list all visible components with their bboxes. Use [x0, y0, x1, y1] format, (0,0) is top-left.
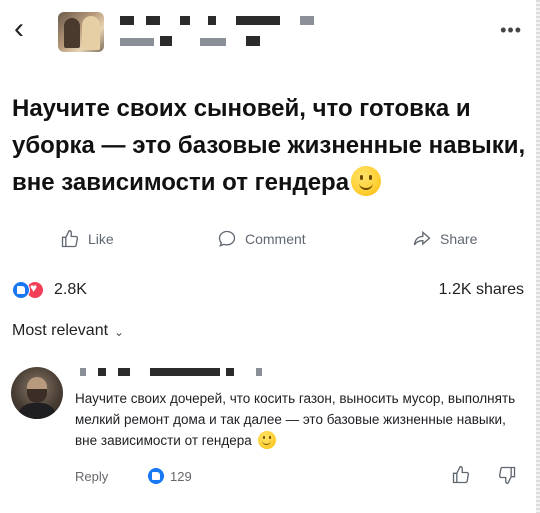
redacted-page-name [120, 16, 134, 25]
comment-body: Научите своих дочерей, что косить газон,… [75, 391, 516, 448]
smiling-face-emoji-icon [351, 166, 382, 196]
redacted-commenter-name [80, 368, 86, 376]
redacted-commenter-name [98, 368, 106, 376]
comment-likes-count[interactable]: 129 [170, 469, 192, 484]
post-text: Научите своих сыновей, что готовка и убо… [12, 90, 532, 201]
comment-text: Научите своих дочерей, что косить газон,… [75, 388, 530, 451]
reply-button[interactable]: Reply [75, 469, 108, 484]
redacted-page-name [208, 16, 216, 25]
redacted-post-meta [160, 36, 172, 46]
reaction-icons[interactable] [12, 281, 44, 299]
smiling-face-emoji-icon [257, 431, 276, 449]
more-options-button[interactable]: ••• [500, 20, 522, 41]
post-body: Научите своих сыновей, что готовка и убо… [12, 95, 526, 196]
redacted-commenter-name [226, 368, 234, 376]
shares-count[interactable]: 1.2K shares [439, 281, 524, 299]
share-button[interactable]: Share [412, 229, 477, 249]
comment-label: Comment [245, 231, 306, 247]
redacted-post-meta [246, 36, 260, 46]
redacted-post-meta [200, 38, 226, 46]
scrollbar-edge [536, 0, 540, 513]
reactions-count[interactable]: 2.8K [54, 281, 87, 299]
comment-button[interactable]: Comment [217, 229, 306, 249]
redacted-page-name [146, 16, 160, 25]
like-button[interactable]: Like [60, 229, 114, 249]
like-reaction-icon [12, 281, 30, 299]
like-label: Like [88, 231, 114, 247]
thumbs-down-icon[interactable] [497, 465, 517, 485]
redacted-commenter-name [118, 368, 130, 376]
redacted-commenter-name [256, 368, 262, 376]
sort-label: Most relevant [12, 322, 109, 339]
page-avatar[interactable] [58, 12, 104, 52]
redacted-post-meta [120, 38, 154, 46]
commenter-avatar[interactable] [11, 367, 63, 419]
back-button[interactable]: ‹ [14, 14, 24, 44]
share-arrow-icon [413, 230, 431, 246]
thumbs-up-icon[interactable] [451, 465, 471, 485]
comments-sort-dropdown[interactable]: Most relevant ⌄ [12, 322, 124, 340]
redacted-commenter-name [150, 368, 220, 376]
like-reaction-icon [148, 468, 164, 484]
share-label: Share [440, 231, 478, 247]
redacted-page-name [300, 16, 314, 25]
redacted-page-name [236, 16, 280, 25]
chevron-down-icon: ⌄ [114, 325, 125, 339]
thumbs-up-icon [61, 229, 79, 248]
ellipsis-icon: ••• [500, 20, 522, 40]
redacted-page-name [180, 16, 190, 25]
chevron-left-icon: ‹ [14, 12, 24, 45]
comment-bubble-icon [218, 230, 236, 247]
